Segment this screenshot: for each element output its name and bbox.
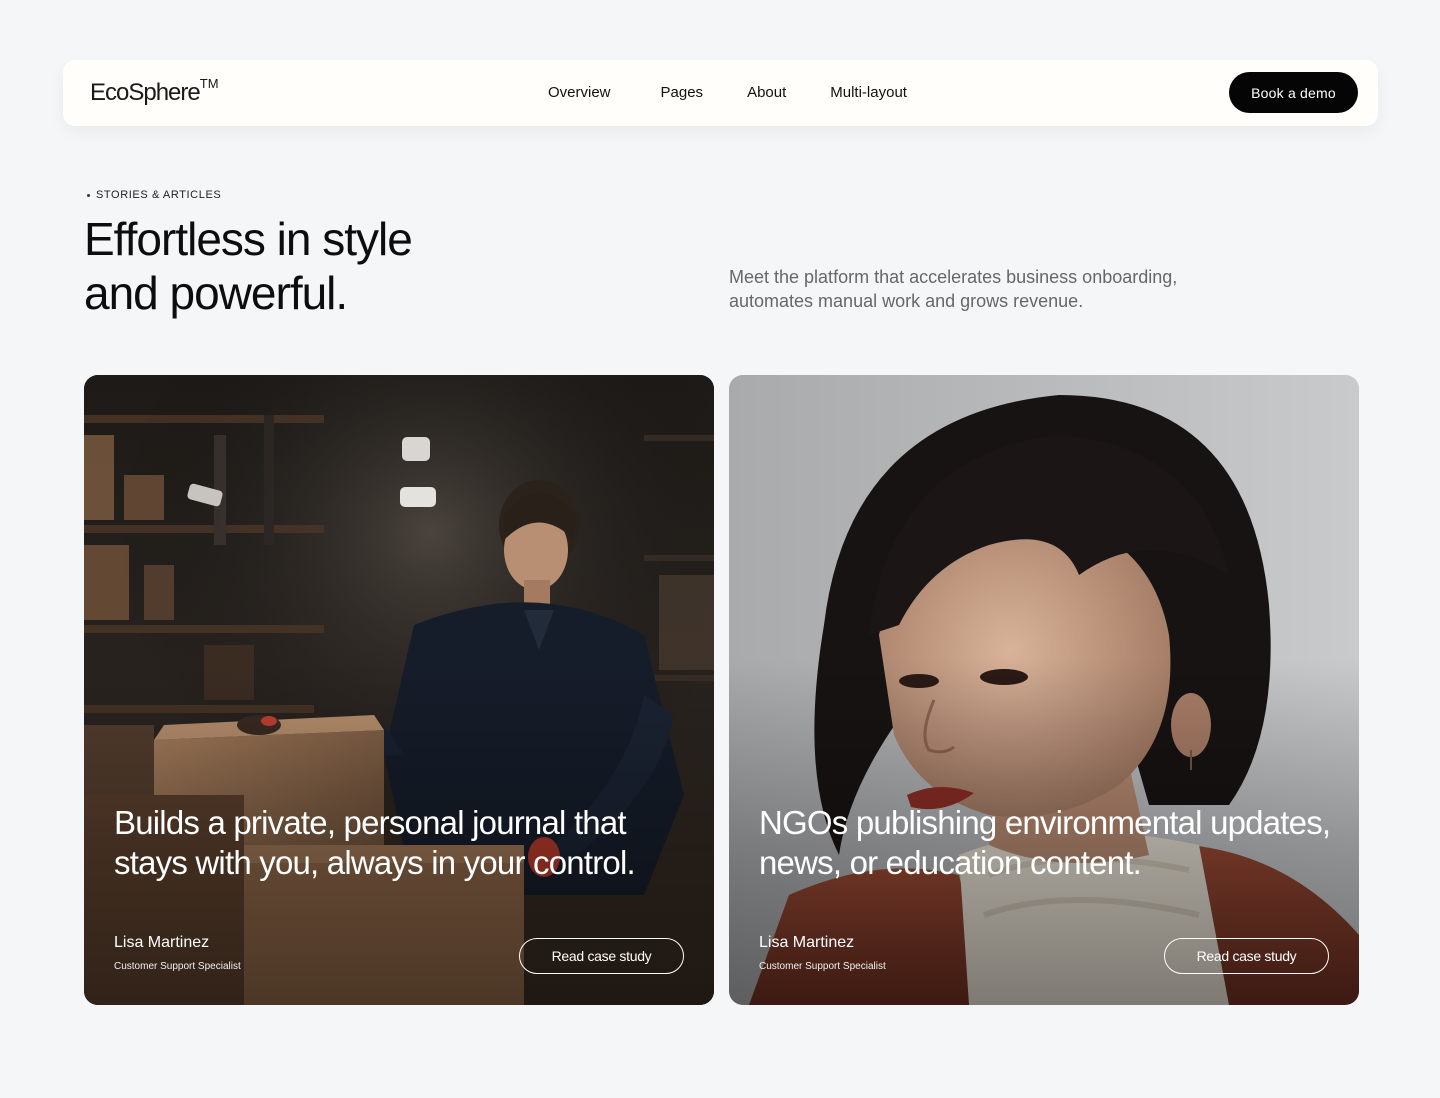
nav-link-multi-layout[interactable]: Multi-layout	[830, 84, 907, 101]
top-navbar: EcoSphereTM Overview Pages About Multi-l…	[63, 60, 1378, 126]
logo-text: EcoSphere	[90, 79, 201, 106]
page-headline: Effortless in style and powerful.	[84, 212, 413, 320]
nav-link-pages[interactable]: Pages	[661, 84, 704, 101]
main-nav: Overview Pages About Multi-layout	[548, 84, 907, 101]
eyebrow-label: STORIES & ARTICLES	[96, 189, 222, 201]
headline-line-1: Effortless in style	[84, 213, 413, 265]
read-case-study-button[interactable]: Read case study	[1164, 938, 1329, 974]
image-overlay	[84, 375, 714, 1005]
card-title: NGOs publishing environmental updates, n…	[759, 804, 1331, 881]
bullet-dot-icon	[87, 193, 90, 197]
nav-link-about[interactable]: About	[747, 84, 786, 101]
nav-link-overview[interactable]: Overview	[548, 84, 611, 101]
intro-lede: Meet the platform that accelerates busin…	[729, 267, 1178, 311]
case-study-card[interactable]: NGOs publishing environmental updates, n…	[729, 375, 1359, 1005]
case-study-card[interactable]: Builds a private, personal journal that …	[84, 375, 714, 1005]
headline-line-2: and powerful.	[84, 267, 348, 319]
author-role: Customer Support Specialist	[759, 961, 886, 972]
card-title: Builds a private, personal journal that …	[114, 804, 636, 881]
image-overlay	[729, 375, 1359, 1005]
logo-trademark: TM	[199, 76, 219, 91]
author-name: Lisa Martinez	[759, 934, 855, 951]
author-role: Customer Support Specialist	[114, 961, 241, 972]
book-demo-button[interactable]: Book a demo	[1229, 72, 1358, 113]
author-name: Lisa Martinez	[114, 934, 210, 951]
read-case-study-button[interactable]: Read case study	[519, 938, 684, 974]
logo[interactable]: EcoSphereTM	[90, 76, 219, 107]
section-eyebrow: STORIES & ARTICLES	[87, 189, 221, 201]
